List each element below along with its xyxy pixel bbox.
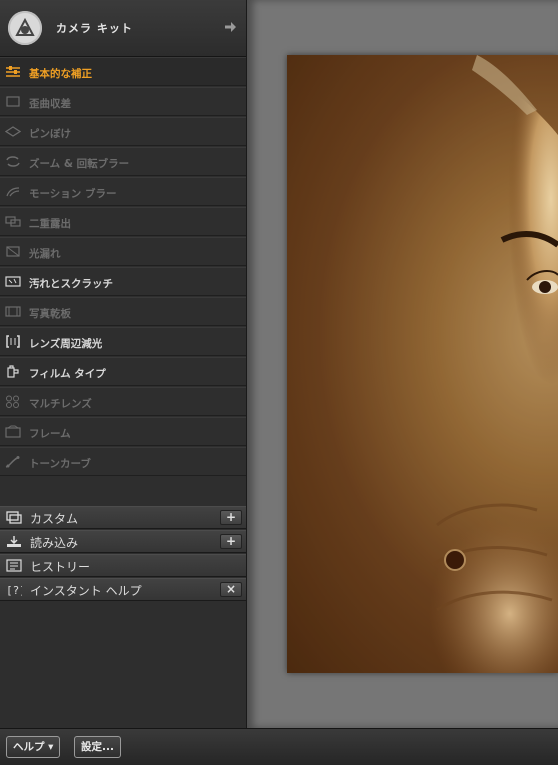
tool-label: 光漏れ (29, 248, 61, 260)
tool-label: マルチレンズ (29, 398, 92, 410)
close-help-button[interactable]: × (220, 582, 242, 597)
add-custom-button[interactable]: + (220, 510, 242, 525)
sliders-icon (6, 66, 20, 77)
tool-label: フレーム (29, 428, 71, 440)
plate-icon (5, 306, 21, 317)
tool-photo-plate[interactable]: 写真乾板 (0, 297, 246, 326)
history-icon (6, 559, 22, 572)
defocus-icon (5, 126, 21, 137)
tool-multi-lens[interactable]: マルチレンズ (0, 387, 246, 416)
frame-icon (5, 425, 21, 438)
tool-label: フィルム タイプ (29, 368, 106, 380)
portrait-image (287, 55, 558, 673)
tool-label: 二重露出 (29, 218, 71, 230)
tool-defocus[interactable]: ピンぼけ (0, 117, 246, 146)
section-import[interactable]: 読み込み + (0, 530, 246, 553)
tool-frame[interactable]: フレーム (0, 417, 246, 446)
tone-curve-icon (5, 456, 20, 468)
multi-lens-icon (6, 395, 19, 408)
bottom-toolbar: ヘルプ ▾ 設定... (0, 728, 558, 765)
light-leak-icon (6, 246, 20, 257)
section-instant-help[interactable]: [?] インスタント ヘルプ × (0, 578, 246, 601)
film-type-icon (7, 365, 19, 378)
motion-blur-icon (6, 187, 20, 197)
app-title: カメラ キット (56, 22, 133, 35)
tool-label: ズーム & 回転ブラー (29, 158, 130, 170)
tool-label: 汚れとスクラッチ (29, 278, 113, 290)
custom-icon (6, 511, 22, 524)
zoom-blur-icon (6, 156, 20, 167)
tool-dirt-scratches[interactable]: 汚れとスクラッチ (0, 267, 246, 296)
tool-motion-blur[interactable]: モーション ブラー (0, 177, 246, 206)
tool-basic-correction[interactable]: 基本的な補正 (0, 57, 246, 86)
help-icon: [?] (6, 584, 22, 596)
photo-preview[interactable] (287, 55, 558, 673)
camera-kit-logo-icon (8, 11, 42, 45)
tool-film-type[interactable]: フィルム タイプ (0, 357, 246, 386)
tool-double-exposure[interactable]: 二重露出 (0, 207, 246, 236)
vignette-icon (6, 335, 20, 348)
settings-button[interactable]: 設定... (74, 736, 121, 758)
tool-label: 写真乾板 (29, 308, 71, 320)
arrow-right-icon[interactable] (225, 22, 236, 32)
tool-vignette[interactable]: レンズ周辺減光 (0, 327, 246, 356)
tool-label: トーンカーブ (29, 458, 91, 470)
tool-distortion[interactable]: 歪曲収差 (0, 87, 246, 116)
svg-text:[?]: [?] (6, 584, 22, 596)
import-icon (7, 536, 21, 547)
image-canvas[interactable] (247, 0, 558, 728)
tool-label: 歪曲収差 (29, 98, 71, 110)
scratches-icon (5, 276, 21, 287)
side-panel: カメラ キット 基本的な補正 歪曲収差ピンぼけズーム & 回転ブラー モーション ブ… (0, 0, 247, 728)
distortion-icon (6, 96, 20, 107)
double-exposure-icon (5, 216, 21, 227)
tool-label: ピンぼけ (29, 128, 71, 140)
help-button[interactable]: ヘルプ ▾ (6, 736, 61, 758)
tool-light-leak[interactable]: 光漏れ (0, 237, 246, 266)
ring (444, 549, 466, 571)
tool-zoom-rotate-blur[interactable]: ズーム & 回転ブラー (0, 147, 246, 176)
section-label: 読み込み (30, 536, 79, 550)
add-import-button[interactable]: + (220, 534, 242, 549)
section-custom[interactable]: カスタム + (0, 506, 246, 529)
section-label: インスタント ヘルプ (30, 584, 142, 598)
panel-header: カメラ キット (0, 0, 246, 57)
tool-tone-curve[interactable]: トーンカーブ (0, 447, 246, 476)
tool-label: レンズ周辺減光 (29, 338, 103, 350)
tool-label: モーション ブラー (29, 188, 117, 200)
section-history[interactable]: ヒストリー (0, 554, 246, 577)
section-label: ヒストリー (30, 560, 91, 574)
tool-label: 基本的な補正 (29, 68, 92, 80)
section-label: カスタム (30, 512, 79, 526)
